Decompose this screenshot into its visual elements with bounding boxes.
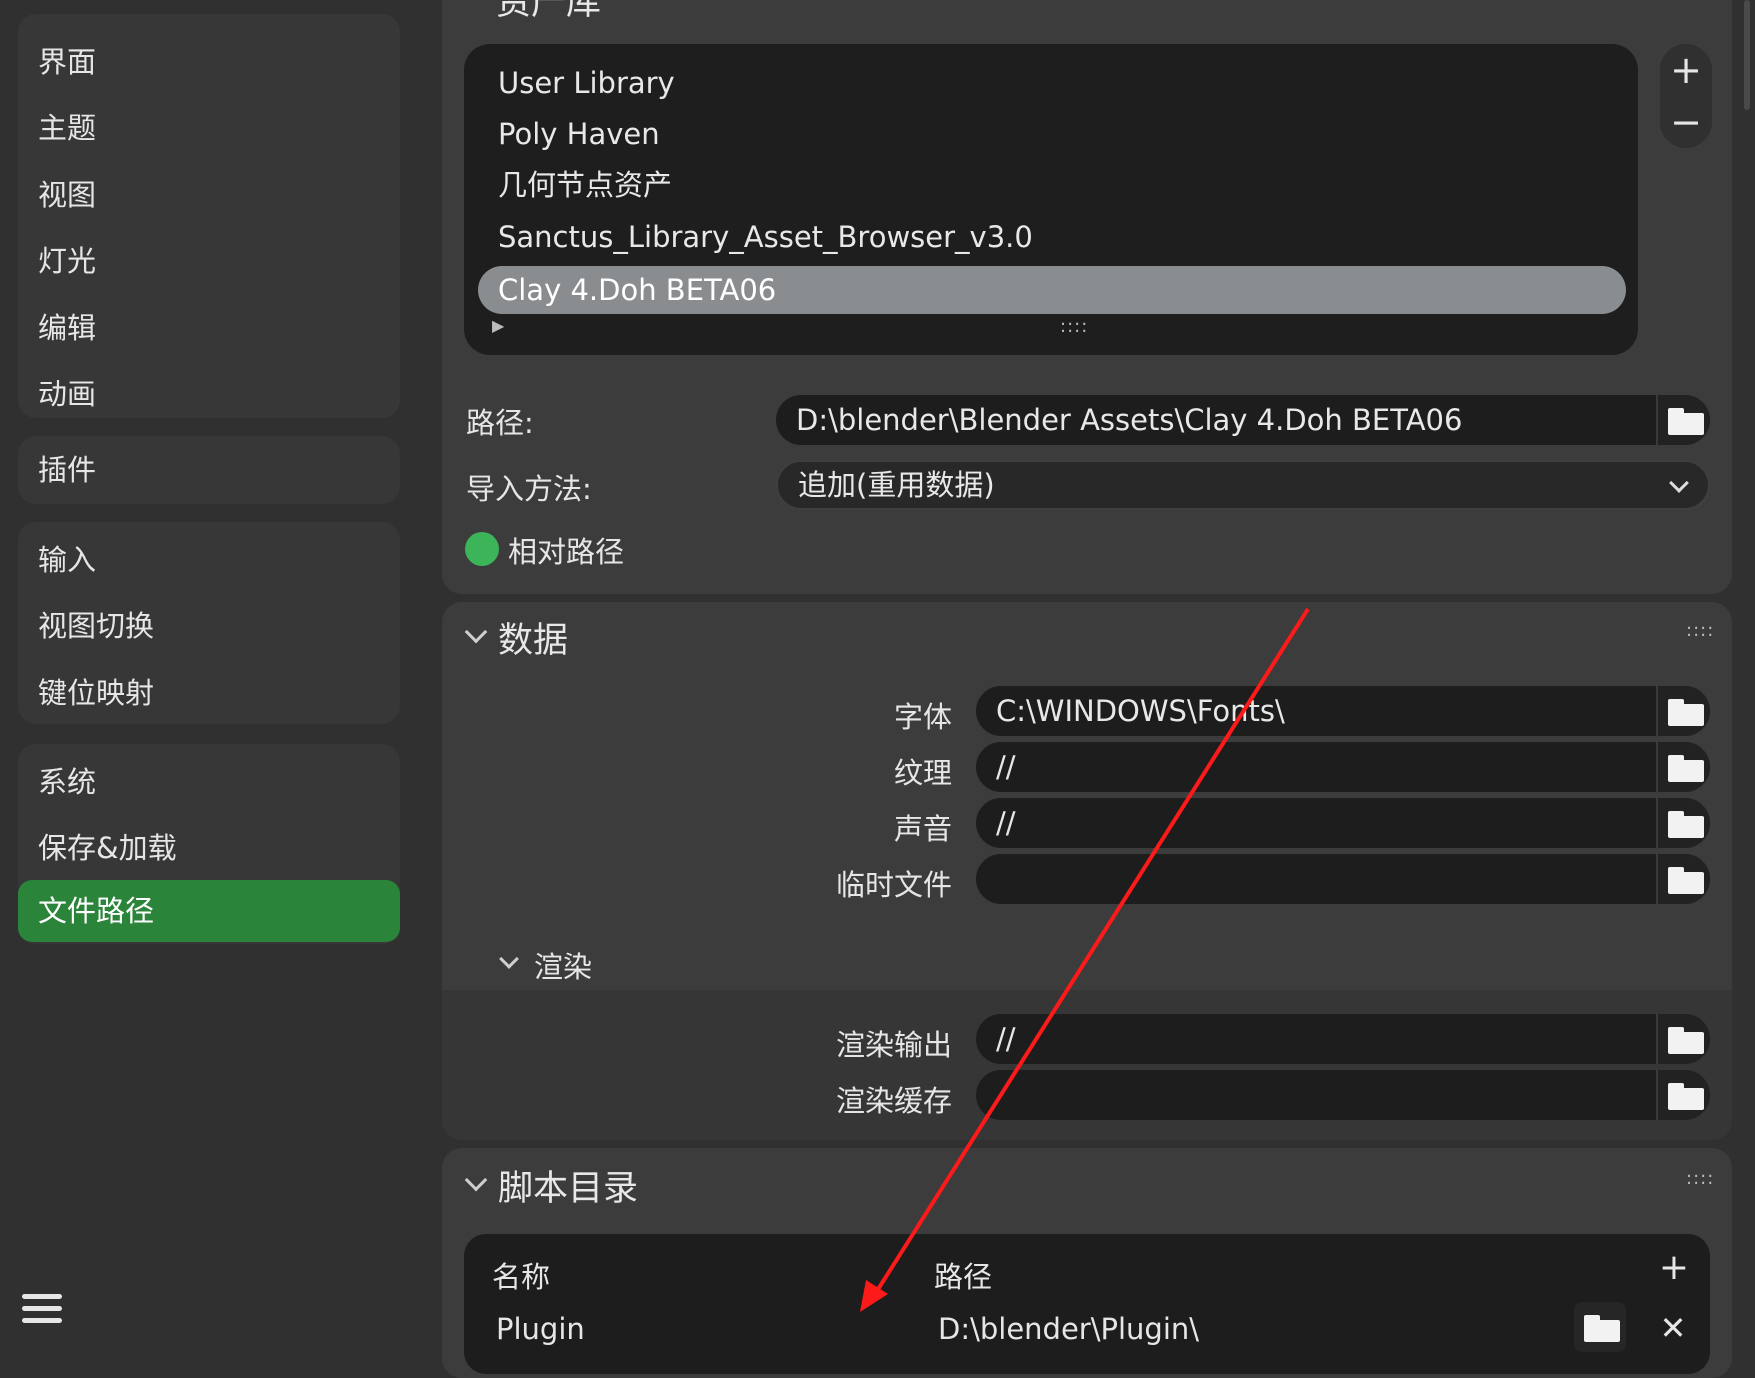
annotation-arrow-line: [868, 607, 1310, 1304]
annotation-arrow-head: [860, 1280, 888, 1312]
annotation-arrow: [860, 607, 1310, 1312]
